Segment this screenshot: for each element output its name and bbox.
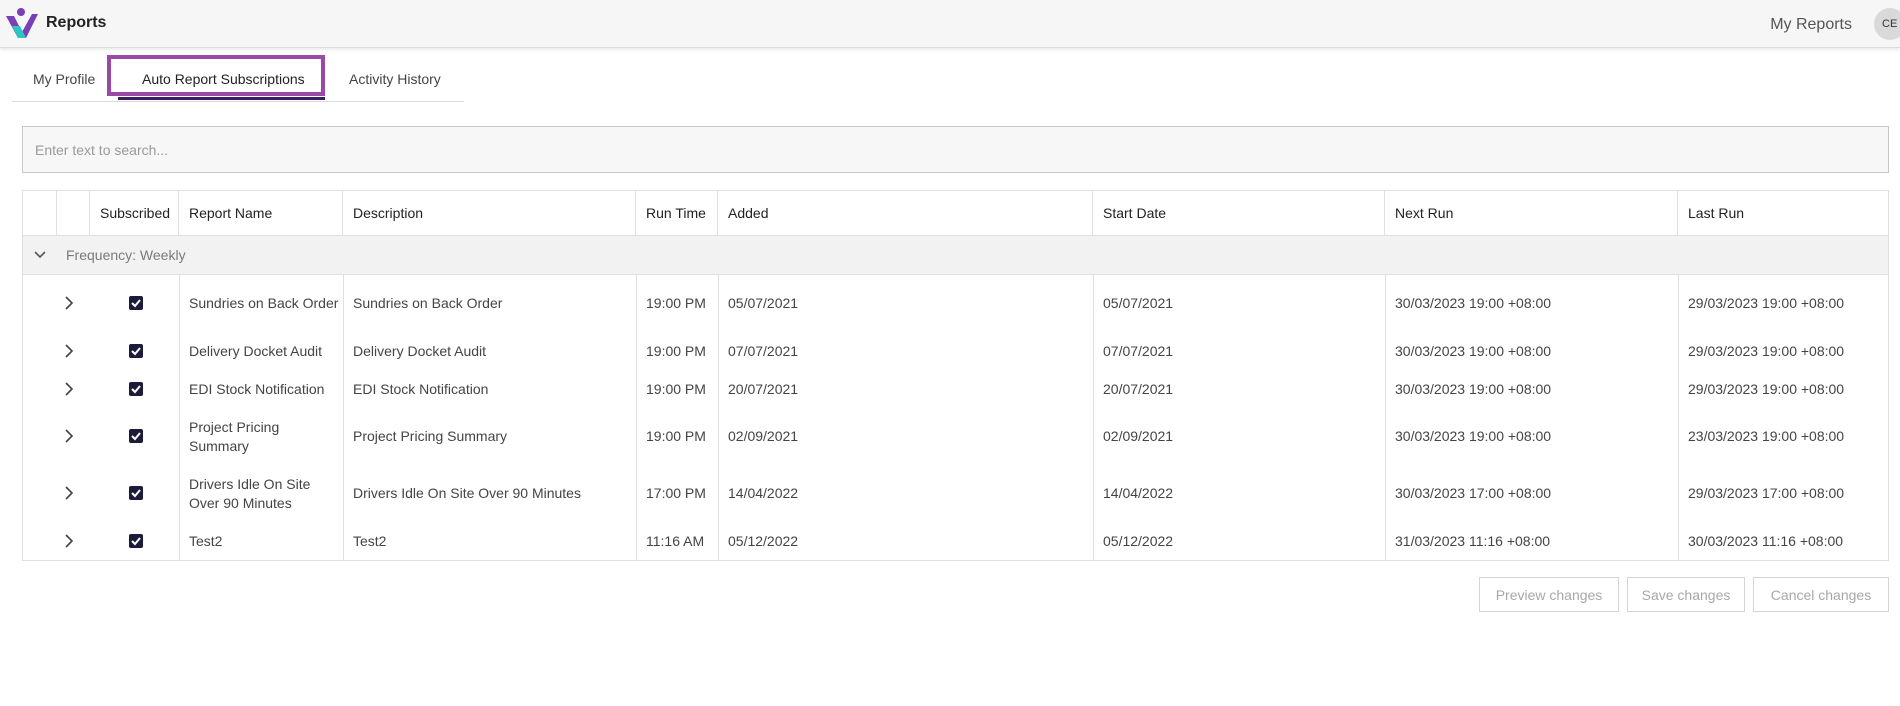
- cell-last-run: 23/03/2023 19:00 +08:00: [1688, 428, 1845, 444]
- cell-added: 05/12/2022: [728, 532, 799, 549]
- chevron-right-icon[interactable]: [61, 533, 77, 549]
- save-changes-button[interactable]: Save changes: [1627, 577, 1745, 612]
- subscriptions-table: Subscribed Report Name Description Run T…: [22, 190, 1889, 561]
- cell-last-run: 29/03/2023 19:00 +08:00: [1688, 380, 1845, 397]
- cell-added: 14/04/2022: [728, 485, 799, 501]
- cell-report-name: Drivers Idle On Site Over 90 Minutes: [189, 475, 311, 511]
- cell-next-run: 30/03/2023 17:00 +08:00: [1395, 485, 1552, 501]
- cell-start-date: 07/07/2021: [1103, 342, 1174, 359]
- tab-auto-report-subscriptions[interactable]: Auto Report Subscriptions: [142, 56, 305, 102]
- subscribed-checkbox[interactable]: [129, 296, 143, 310]
- preview-changes-button[interactable]: Preview changes: [1479, 577, 1619, 612]
- cell-next-run: 30/03/2023 19:00 +08:00: [1395, 380, 1552, 397]
- cell-run-time: 19:00 PM: [646, 380, 706, 397]
- header-last-run[interactable]: Last Run: [1678, 191, 1888, 236]
- cell-description: Test2: [353, 532, 387, 549]
- table-row[interactable]: Delivery Docket Audit Delivery Docket Au…: [23, 332, 1888, 370]
- subscribed-checkbox[interactable]: [129, 429, 143, 443]
- cell-start-date: 05/12/2022: [1103, 532, 1174, 549]
- cell-run-time: 11:16 AM: [646, 532, 705, 549]
- cell-description: Delivery Docket Audit: [353, 342, 487, 359]
- table-row[interactable]: EDI Stock Notification EDI Stock Notific…: [23, 370, 1888, 408]
- chevron-right-icon[interactable]: [61, 428, 77, 444]
- cell-start-date: 02/09/2021: [1103, 428, 1174, 444]
- cancel-changes-button[interactable]: Cancel changes: [1753, 577, 1889, 612]
- search-input[interactable]: [22, 126, 1889, 173]
- header-report-name[interactable]: Report Name: [179, 191, 343, 236]
- table-row[interactable]: Test2 Test2 11:16 AM 05/12/2022 05/12/20…: [23, 522, 1888, 560]
- cell-added: 07/07/2021: [728, 342, 799, 359]
- cell-start-date: 05/07/2021: [1103, 295, 1174, 311]
- app-title: Reports: [46, 14, 107, 31]
- cell-run-time: 19:00 PM: [646, 342, 706, 359]
- subscribed-checkbox[interactable]: [129, 382, 143, 396]
- cell-next-run: 30/03/2023 19:00 +08:00: [1395, 428, 1552, 444]
- cell-added: 20/07/2021: [728, 380, 799, 397]
- chevron-right-icon[interactable]: [61, 485, 77, 501]
- cell-next-run: 31/03/2023 11:16 +08:00: [1395, 532, 1551, 549]
- group-label: Frequency: Weekly: [66, 247, 186, 263]
- cell-report-name: EDI Stock Notification: [189, 380, 325, 397]
- chevron-right-icon[interactable]: [61, 381, 77, 397]
- user-avatar[interactable]: CE: [1874, 8, 1900, 40]
- header-run-time[interactable]: Run Time: [636, 191, 718, 236]
- cell-added: 02/09/2021: [728, 428, 799, 444]
- active-tab-indicator: [118, 97, 325, 100]
- cell-description: Sundries on Back Order: [353, 295, 503, 311]
- app-logo-icon[interactable]: [4, 6, 40, 42]
- cell-run-time: 19:00 PM: [646, 428, 706, 444]
- header-blank-1: [23, 191, 57, 236]
- table-row[interactable]: Sundries on Back Order Sundries on Back …: [23, 275, 1888, 332]
- cell-next-run: 30/03/2023 19:00 +08:00: [1395, 342, 1552, 359]
- header-start-date[interactable]: Start Date: [1093, 191, 1385, 236]
- cell-report-name: Project Pricing Summary: [189, 418, 280, 454]
- subscribed-checkbox[interactable]: [129, 534, 143, 548]
- cell-added: 05/07/2021: [728, 295, 799, 311]
- tab-activity-history[interactable]: Activity History: [349, 56, 441, 102]
- chevron-down-icon[interactable]: [33, 248, 47, 262]
- tab-my-profile[interactable]: My Profile: [33, 56, 95, 102]
- chevron-right-icon[interactable]: [61, 343, 77, 359]
- table-header: Subscribed Report Name Description Run T…: [23, 191, 1888, 236]
- cell-report-name: Test2: [189, 532, 223, 549]
- subscribed-checkbox[interactable]: [129, 344, 143, 358]
- header-description[interactable]: Description: [343, 191, 636, 236]
- cell-run-time: 17:00 PM: [646, 485, 706, 501]
- cell-description: Drivers Idle On Site Over 90 Minutes: [353, 485, 581, 501]
- cell-report-name: Delivery Docket Audit: [189, 342, 323, 359]
- table-row[interactable]: Project Pricing Summary Project Pricing …: [23, 408, 1888, 465]
- subscribed-checkbox[interactable]: [129, 486, 143, 500]
- cell-last-run: 29/03/2023 19:00 +08:00: [1688, 295, 1845, 311]
- top-bar: Reports My Reports CE: [0, 0, 1900, 48]
- my-reports-link[interactable]: My Reports: [1770, 16, 1852, 34]
- header-added[interactable]: Added: [718, 191, 1093, 236]
- cell-report-name: Sundries on Back Order: [189, 295, 339, 311]
- header-subscribed[interactable]: Subscribed: [90, 191, 179, 236]
- cell-last-run: 29/03/2023 19:00 +08:00: [1688, 342, 1845, 359]
- cell-last-run: 30/03/2023 11:16 +08:00: [1688, 532, 1844, 549]
- cell-next-run: 30/03/2023 19:00 +08:00: [1395, 295, 1552, 311]
- table-row[interactable]: Drivers Idle On Site Over 90 Minutes Dri…: [23, 465, 1888, 522]
- cell-description: EDI Stock Notification: [353, 380, 489, 397]
- cell-start-date: 14/04/2022: [1103, 485, 1174, 501]
- group-row-weekly[interactable]: Frequency: Weekly: [23, 236, 1888, 275]
- header-next-run[interactable]: Next Run: [1385, 191, 1678, 236]
- tab-bar: My Profile Auto Report Subscriptions Act…: [12, 56, 464, 102]
- cell-run-time: 19:00 PM: [646, 295, 706, 311]
- cell-description: Project Pricing Summary: [353, 428, 508, 444]
- cell-start-date: 20/07/2021: [1103, 380, 1174, 397]
- chevron-right-icon[interactable]: [61, 295, 77, 311]
- cell-last-run: 29/03/2023 17:00 +08:00: [1688, 485, 1845, 501]
- header-blank-2: [57, 191, 90, 236]
